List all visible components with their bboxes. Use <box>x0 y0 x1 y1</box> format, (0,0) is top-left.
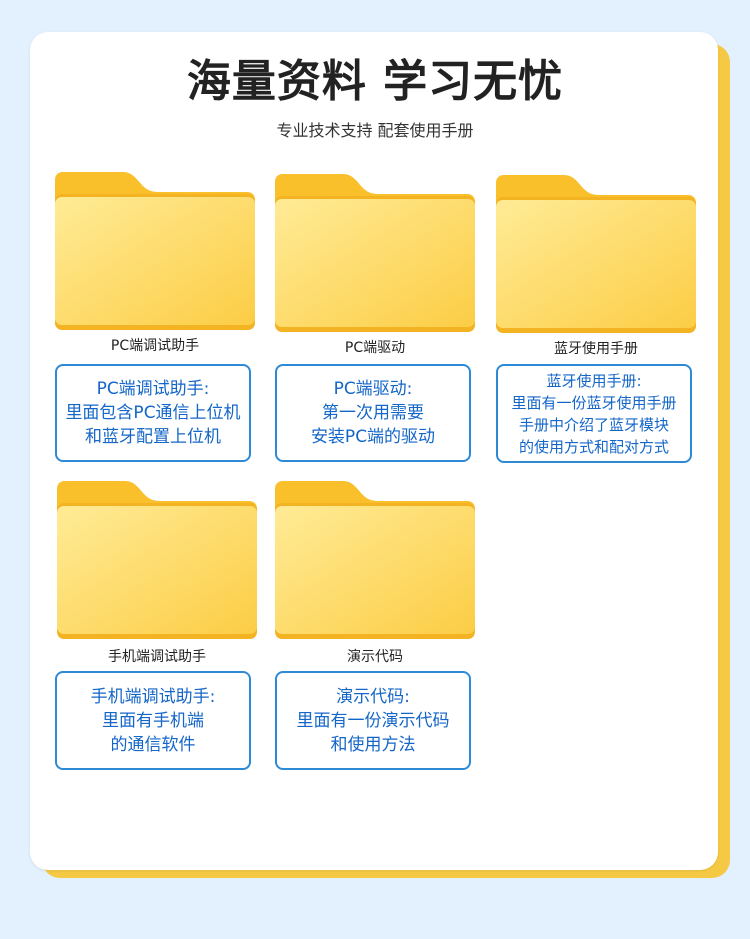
desc-line: 里面有一份蓝牙使用手册 <box>511 393 677 412</box>
desc-line: 第一次用需要 <box>322 403 424 423</box>
desc-line: PC端调试助手: <box>96 379 210 399</box>
desc-line: 安装PC端的驱动 <box>310 427 436 447</box>
desc-line: 演示代码: <box>336 686 410 707</box>
folder-description: PC端驱动: 第一次用需要 安装PC端的驱动 <box>275 364 471 462</box>
folder-icon[interactable] <box>275 481 475 639</box>
folder-icon[interactable] <box>275 174 475 332</box>
folder-description: PC端调试助手: 里面包含PC通信上位机 和蓝牙配置上位机 <box>55 364 251 462</box>
folder-icon[interactable] <box>496 175 696 333</box>
desc-line: 里面包含PC通信上位机 <box>65 403 241 423</box>
folder-label: PC端调试助手 <box>110 338 200 354</box>
folder-description: 演示代码: 里面有一份演示代码 和使用方法 <box>275 671 471 770</box>
folder-description: 手机端调试助手: 里面有手机端 的通信软件 <box>55 671 251 770</box>
desc-line: PC端驱动: <box>333 379 413 399</box>
folder-description: 蓝牙使用手册: 里面有一份蓝牙使用手册 手册中介绍了蓝牙模块 的使用方式和配对方… <box>496 364 692 463</box>
desc-line: 手机端调试助手: <box>90 686 216 707</box>
folder-label: PC端驱动 <box>344 340 406 356</box>
folder-icon[interactable] <box>57 481 257 639</box>
desc-line: 和蓝牙配置上位机 <box>85 427 221 447</box>
folder-label: 手机端调试助手 <box>108 649 206 665</box>
folder-label: 蓝牙使用手册 <box>554 341 638 357</box>
desc-line: 蓝牙使用手册: <box>546 371 642 390</box>
desc-line: 的使用方式和配对方式 <box>518 437 669 456</box>
folder-icon[interactable] <box>55 172 255 330</box>
desc-line: 里面有一份演示代码 <box>296 710 450 731</box>
desc-line: 和使用方法 <box>330 734 416 755</box>
page-title: 海量资料 学习无忧 <box>186 56 564 107</box>
page-subtitle: 专业技术支持 配套使用手册 <box>276 121 474 140</box>
desc-line: 里面有手机端 <box>102 710 204 731</box>
folder-label: 演示代码 <box>347 649 403 665</box>
desc-line: 的通信软件 <box>110 734 196 755</box>
desc-line: 手册中介绍了蓝牙模块 <box>518 415 669 434</box>
